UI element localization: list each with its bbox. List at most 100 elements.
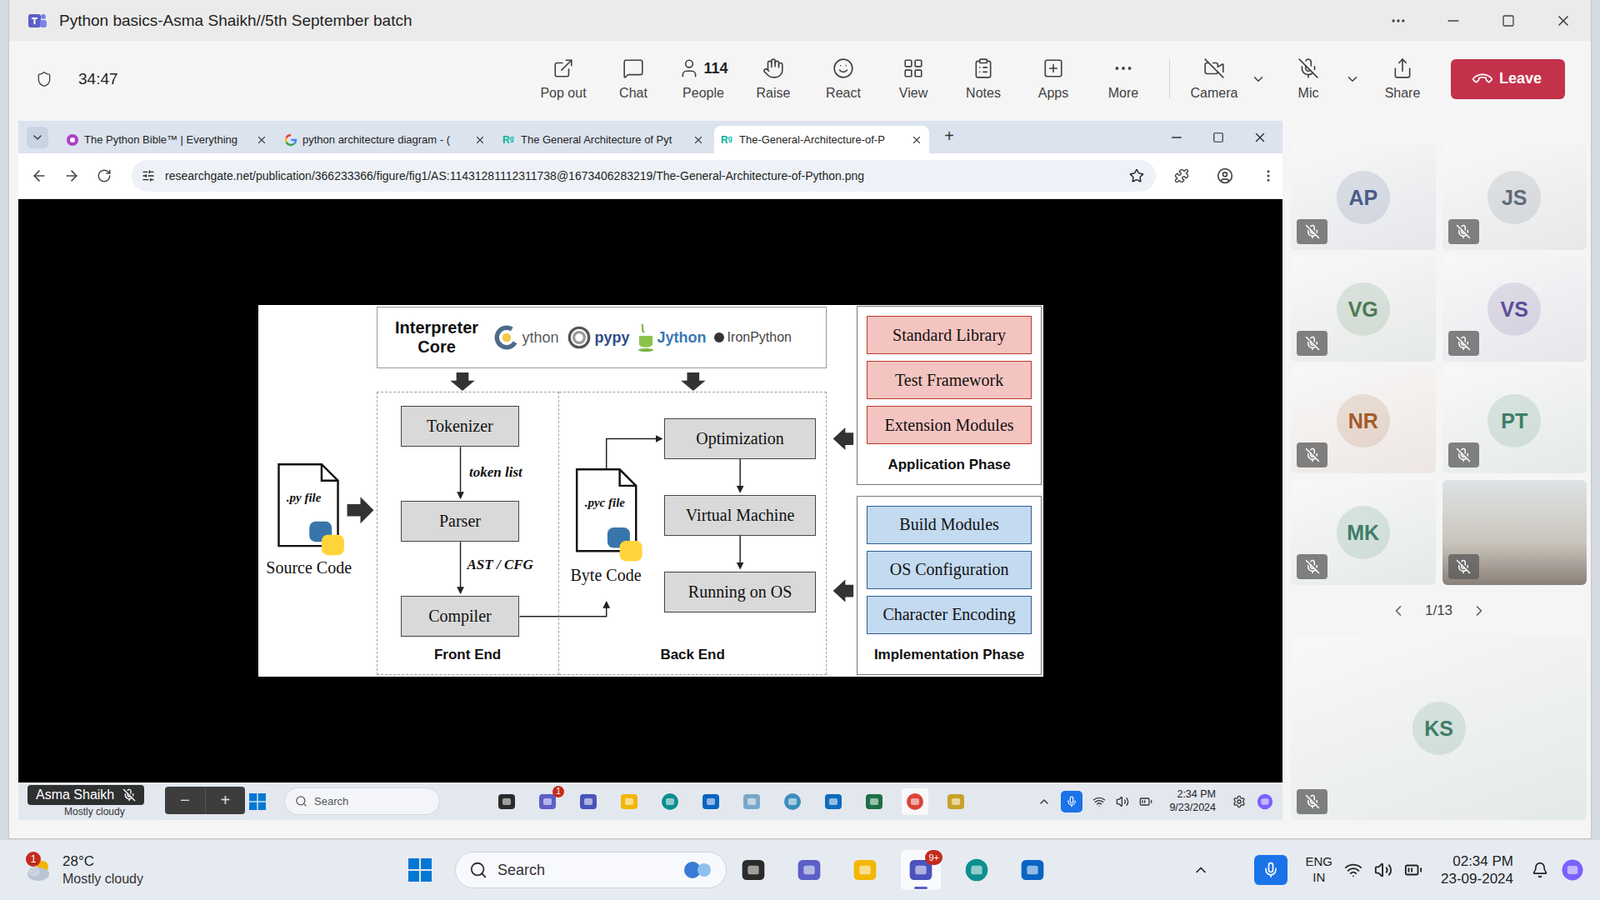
- close-tab-icon[interactable]: [255, 134, 268, 146]
- device-button[interactable]: Mic: [1279, 52, 1338, 106]
- presenter-app[interactable]: [697, 788, 725, 815]
- device-button[interactable]: Camera: [1185, 52, 1244, 106]
- reload-button[interactable]: [89, 160, 120, 191]
- device-options-button[interactable]: [1243, 54, 1274, 105]
- presenter-search[interactable]: Search: [284, 787, 440, 815]
- volume-icon[interactable]: [1374, 860, 1393, 880]
- previous-page-button[interactable]: [1390, 602, 1407, 620]
- more-options-button[interactable]: [1370, 0, 1426, 41]
- participant-tile[interactable]: VS: [1442, 256, 1588, 362]
- toolbar-button[interactable]: Pop out: [528, 52, 599, 106]
- taskbar-apps: 9+: [733, 850, 1053, 890]
- browser-tab[interactable]: The Python Bible™ | Everything: [59, 125, 275, 154]
- maximize-button[interactable]: [1480, 0, 1536, 41]
- presenter-app[interactable]: [820, 788, 847, 815]
- presenter-app[interactable]: [615, 788, 643, 815]
- battery-icon[interactable]: [1404, 860, 1423, 880]
- taskbar-app[interactable]: [733, 850, 774, 890]
- people-icon: [678, 57, 700, 80]
- start-button[interactable]: [403, 853, 437, 887]
- presenter-app[interactable]: [656, 788, 684, 815]
- participant-tile[interactable]: VG: [1290, 256, 1436, 362]
- browser-menu-button[interactable]: [1253, 160, 1283, 191]
- share-button[interactable]: Share: [1373, 52, 1432, 106]
- presenter-app[interactable]: [493, 788, 520, 815]
- network-icon[interactable]: [1092, 795, 1106, 809]
- toolbar-button[interactable]: Apps: [1018, 52, 1089, 106]
- site-info-icon[interactable]: [141, 169, 155, 183]
- presenter-app[interactable]: [779, 788, 806, 815]
- taskbar-app[interactable]: [1012, 850, 1053, 890]
- chevron-up-icon[interactable]: [1192, 861, 1210, 879]
- presenter-app[interactable]: [860, 788, 888, 815]
- device-options-button[interactable]: [1337, 54, 1368, 105]
- presenter-app[interactable]: [738, 788, 765, 815]
- clock[interactable]: 02:34 PM23-09-2024: [1440, 852, 1514, 889]
- browser-close-button[interactable]: [1239, 120, 1281, 154]
- presenter-app[interactable]: [575, 788, 602, 815]
- close-tab-icon[interactable]: [910, 134, 923, 146]
- close-button[interactable]: [1535, 0, 1591, 41]
- close-tab-icon[interactable]: [474, 134, 486, 146]
- toolbar-button[interactable]: Notes: [948, 52, 1019, 106]
- presenter-app[interactable]: [942, 788, 970, 815]
- participant-tile[interactable]: PT: [1442, 368, 1588, 474]
- taskbar-app[interactable]: [956, 850, 997, 890]
- zoom-button[interactable]: +: [205, 786, 246, 815]
- bookmark-star-icon[interactable]: [1129, 168, 1145, 184]
- battery-icon[interactable]: [1139, 795, 1153, 809]
- featured-participant[interactable]: KS: [1290, 636, 1587, 820]
- participant-tile[interactable]: NR: [1290, 368, 1436, 474]
- toolbar-button[interactable]: 114People: [668, 52, 739, 106]
- input-language[interactable]: ENGIN: [1305, 854, 1334, 886]
- taskbar-search[interactable]: Search: [455, 851, 727, 889]
- participant-avatar: VG: [1336, 282, 1390, 336]
- maximize-icon: [1501, 14, 1515, 28]
- presenter-mic[interactable]: [1060, 790, 1083, 813]
- toolbar-button[interactable]: View: [878, 52, 949, 106]
- taskbar-app[interactable]: [789, 850, 830, 890]
- zoom-button[interactable]: −: [165, 786, 205, 815]
- toolbar-button[interactable]: React: [808, 52, 879, 106]
- more-icon: [1112, 57, 1135, 80]
- settings-icon[interactable]: [1232, 795, 1246, 809]
- profile-button[interactable]: [1210, 160, 1240, 191]
- implementation-name: Jython: [657, 329, 707, 347]
- browser-tab[interactable]: RᵍThe General Architecture of Pyt: [495, 125, 711, 154]
- back-button[interactable]: [24, 160, 55, 191]
- chevron-up-icon[interactable]: [1037, 795, 1051, 809]
- next-page-button[interactable]: [1470, 602, 1488, 620]
- toolbar-button[interactable]: Chat: [598, 52, 669, 106]
- close-tab-icon[interactable]: [692, 134, 705, 146]
- device-group: Camera: [1185, 52, 1274, 106]
- participant-tile[interactable]: JS: [1442, 145, 1588, 250]
- browser-tab[interactable]: python architecture diagram - (: [277, 125, 493, 154]
- network-icon[interactable]: [1344, 860, 1363, 880]
- participant-tile[interactable]: MK: [1290, 480, 1436, 585]
- shield-icon[interactable]: [35, 69, 53, 90]
- weather-widget[interactable]: 128°CMostly cloudy: [0, 853, 400, 887]
- presenter-app[interactable]: [901, 788, 929, 815]
- participant-video[interactable]: [1442, 480, 1588, 585]
- volume-icon[interactable]: [1115, 795, 1130, 809]
- taskbar-app[interactable]: 9+: [900, 850, 941, 890]
- leave-button[interactable]: Leave: [1450, 59, 1565, 100]
- browser-maximize-button[interactable]: [1197, 120, 1240, 154]
- presenter-clock[interactable]: 2:34 PM9/23/2024: [1169, 788, 1216, 815]
- taskbar-app[interactable]: [845, 850, 885, 890]
- mic-in-use[interactable]: [1254, 855, 1288, 885]
- omnibox[interactable]: researchgate.net/publication/366233366/f…: [131, 160, 1156, 192]
- browser-tab-bar: The Python Bible™ | Everythingpython arc…: [18, 120, 1283, 154]
- minimize-button[interactable]: [1425, 0, 1481, 41]
- browser-tab[interactable]: RᵍThe-General-Architecture-of-P: [714, 125, 930, 154]
- browser-minimize-button[interactable]: [1155, 120, 1198, 154]
- new-tab-button[interactable]: +: [937, 124, 961, 148]
- toolbar-button[interactable]: More: [1088, 52, 1159, 106]
- forward-button[interactable]: [56, 160, 87, 191]
- toolbar-button[interactable]: Raise: [738, 52, 809, 106]
- extensions-button[interactable]: [1166, 160, 1197, 191]
- tab-search-button[interactable]: [26, 126, 49, 149]
- bell-icon[interactable]: [1531, 861, 1549, 879]
- presenter-app[interactable]: 1: [534, 788, 561, 815]
- participant-tile[interactable]: AP: [1290, 145, 1436, 250]
